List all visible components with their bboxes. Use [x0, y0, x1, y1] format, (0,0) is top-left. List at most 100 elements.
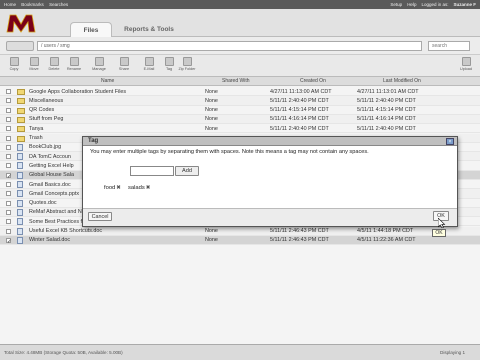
toolbar-icon [182, 57, 192, 66]
row-checkbox[interactable] [6, 89, 11, 94]
file-name[interactable]: Global House Sala [29, 172, 74, 178]
home-link[interactable]: Home [4, 2, 16, 7]
table-row[interactable]: ✓ Winter Salad.doc None 5/11/11 2:46:43 PM … [0, 235, 480, 246]
path-field[interactable]: / users / smg [37, 41, 422, 51]
toolbar-button[interactable]: Move [24, 57, 44, 76]
table-row[interactable]: Tanya None 5/11/11 2:40:40 PM CDT 5/11/11 2… [0, 124, 480, 134]
file-icon [17, 199, 23, 207]
tag-chip: salads ✖ [128, 185, 151, 191]
file-name[interactable]: Google Apps Collaboration Student Files [29, 89, 126, 95]
row-checkbox[interactable]: ✓ [6, 172, 12, 180]
file-name[interactable]: Miscellaneous [29, 98, 63, 104]
col-name[interactable]: Name [101, 78, 114, 84]
modified-on: 5/11/11 4:15:14 PM CDT [357, 107, 416, 114]
setup-link[interactable]: Setup [390, 2, 402, 7]
toolbar-button[interactable]: Share [114, 57, 134, 76]
row-checkbox[interactable] [6, 135, 11, 141]
search-input[interactable]: search [428, 41, 470, 51]
shared-with: None [205, 237, 218, 244]
toolbar-label: Copy [9, 67, 19, 71]
row-checkbox[interactable] [6, 116, 11, 122]
folder-icon [17, 89, 25, 95]
folder-icon [17, 107, 25, 114]
dialog-instructions: You may enter multiple tags by separatin… [90, 149, 369, 155]
user-links: Setup Help Logged in as: Suzanne F [390, 2, 476, 7]
row-checkbox[interactable] [6, 107, 11, 113]
toolbar-button[interactable]: Copy [4, 57, 24, 76]
row-checkbox[interactable] [6, 200, 11, 206]
toolbar-button[interactable]: Delete [44, 57, 64, 76]
file-name[interactable]: Useful Excel KB Shortcuts.doc [29, 228, 102, 234]
file-name[interactable]: Getting Excel Help [29, 163, 74, 169]
file-name[interactable]: Stuff from Peg [29, 116, 63, 122]
shared-with: None [205, 107, 218, 114]
col-shared-with[interactable]: Shared With [222, 78, 250, 84]
row-checkbox[interactable] [6, 163, 11, 169]
toolbar-button[interactable]: Tag [159, 57, 179, 76]
file-icon [17, 171, 23, 179]
file-name[interactable]: QR Codes [29, 107, 54, 113]
file-name[interactable]: Winter Salad.doc [29, 237, 70, 243]
file-icon [17, 236, 23, 244]
logged-in-label: Logged in as: [421, 2, 449, 7]
table-row[interactable]: QR Codes None 5/11/11 4:15:14 PM CDT 5/11/1… [0, 106, 480, 115]
col-last-modified[interactable]: Last Modified On [383, 78, 421, 84]
row-checkbox[interactable] [6, 191, 11, 197]
row-checkbox[interactable] [6, 154, 11, 160]
tab-reports-tools[interactable]: Reports & Tools [113, 22, 185, 37]
remove-tag-icon[interactable]: ✖ [146, 185, 151, 191]
file-icon [17, 162, 23, 170]
row-checkbox[interactable] [6, 144, 11, 150]
row-checkbox[interactable] [6, 126, 11, 132]
toolbar-button[interactable]: Rename [64, 57, 84, 76]
table-row[interactable]: Google Apps Collaboration Student Files N… [0, 87, 480, 97]
toolbar-button[interactable]: Zip Folder [177, 57, 197, 76]
table-row[interactable]: Stuff from Peg None 5/11/11 4:16:14 PM CDT… [0, 114, 480, 125]
file-name[interactable]: Quotes.doc [29, 200, 57, 206]
add-tag-button[interactable]: Add [175, 166, 199, 176]
file-icon [17, 208, 23, 216]
shared-with: None [205, 97, 218, 104]
row-checkbox[interactable] [6, 182, 11, 187]
file-icon [17, 181, 23, 188]
toolbar-label: E-Mail [143, 67, 155, 71]
table-row[interactable]: Useful Excel KB Shortcuts.doc None 5/11/11… [0, 226, 480, 236]
folder-icon [17, 98, 25, 105]
modified-on: 4/27/11 11:13:01 AM CDT [357, 88, 419, 95]
toolbar-label: Upload [459, 67, 473, 71]
tag-chip: food ✖ [104, 185, 121, 191]
file-name[interactable]: Gmail Basics.doc [29, 182, 71, 188]
toolbar-button[interactable]: Upload [456, 57, 476, 76]
file-name[interactable]: Trash [29, 135, 43, 141]
row-checkbox[interactable] [6, 98, 11, 104]
row-checkbox[interactable]: ✓ [6, 237, 12, 245]
file-icon [17, 153, 23, 161]
tag-input[interactable] [130, 166, 174, 176]
file-name[interactable]: Gmail Concepts.pptx [29, 191, 79, 197]
tab-files[interactable]: Files [70, 22, 112, 37]
toolbar-label: Delete [48, 67, 60, 71]
row-checkbox[interactable] [6, 219, 11, 225]
bookmarks-link[interactable]: Bookmarks [21, 2, 44, 7]
close-icon[interactable]: × [446, 138, 454, 145]
help-link[interactable]: Help [407, 2, 416, 7]
toolbar-button[interactable]: E-Mail [139, 57, 159, 76]
created-on: 5/11/11 2:46:43 PM CDT [270, 228, 329, 234]
row-checkbox[interactable] [6, 228, 11, 234]
nav-back-button[interactable] [6, 41, 34, 51]
shared-with: None [205, 125, 218, 132]
cancel-button[interactable]: Cancel [88, 212, 112, 221]
modified-on: 5/11/11 2:40:40 PM CDT [357, 125, 416, 132]
folder-icon [17, 116, 25, 123]
remove-tag-icon[interactable]: ✖ [116, 185, 121, 191]
searches-link[interactable]: Searches [49, 2, 68, 7]
table-row[interactable]: Miscellaneous None 5/11/11 2:40:40 PM CDT 5… [0, 96, 480, 106]
tag-chip-label: food [104, 185, 116, 191]
created-on: 5/11/11 2:46:43 PM CDT [270, 237, 329, 244]
file-name[interactable]: BookClub.jpg [29, 144, 61, 150]
file-name[interactable]: DA TomC Accoun [29, 154, 71, 160]
row-checkbox[interactable] [6, 209, 11, 215]
toolbar-button[interactable]: Manage [89, 57, 109, 76]
file-name[interactable]: Tanya [29, 126, 43, 132]
col-created-on[interactable]: Created On [300, 78, 326, 84]
